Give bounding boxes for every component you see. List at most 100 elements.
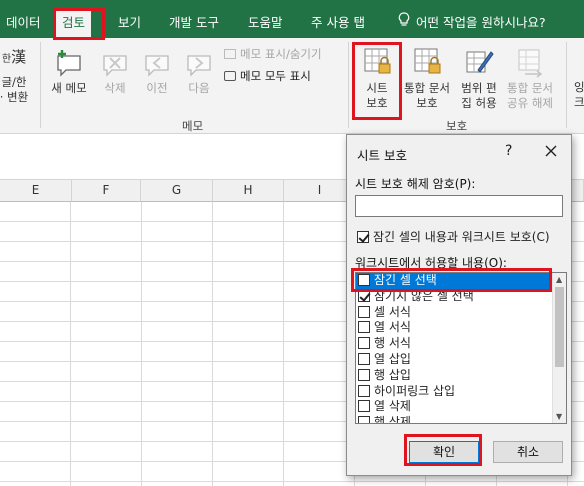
tab-view[interactable]: 보기	[112, 10, 147, 38]
permission-item[interactable]: 잠긴 셀 선택	[356, 273, 566, 289]
tab-developer[interactable]: 개발 도구	[163, 10, 225, 38]
protect-workbook-button[interactable]: 통합 문서 보호	[400, 46, 454, 111]
tell-me-label: 어떤 작업을 원하시나요?	[416, 15, 546, 30]
permission-item[interactable]: 열 삽입	[356, 352, 566, 368]
permission-item[interactable]: 열 서식	[356, 320, 566, 336]
tab-help[interactable]: 도움말	[242, 10, 289, 38]
allow-label: 워크시트에서 허용할 내용(O):	[355, 256, 507, 270]
permission-label: 열 삭제	[374, 399, 411, 414]
ribbon-review: 한漢 글/한 · 변환 새 메모 삭제 이전 다음 메모 표시/숨기기 메모 모…	[0, 38, 584, 134]
show-hide-comment-label: 메모 표시/숨기기	[240, 47, 322, 61]
group-separator	[566, 42, 567, 128]
protect-workbook-icon	[414, 48, 441, 74]
cancel-button[interactable]: 취소	[493, 441, 563, 463]
permissions-list[interactable]: 잠긴 셀 선택 잠기지 않은 셀 선택 셀 서식 열 서식 행 서식 열 삽입 …	[355, 272, 567, 424]
permission-item[interactable]: 행 삽입	[356, 368, 566, 384]
delete-comment-button[interactable]: 삭제	[96, 48, 134, 96]
column-header-h[interactable]: H	[213, 180, 284, 202]
ok-button[interactable]: 확인	[409, 441, 479, 463]
column-header-f[interactable]: F	[72, 180, 141, 202]
permission-label: 잠기지 않은 셀 선택	[374, 288, 474, 303]
permission-item[interactable]: 셀 서식	[356, 305, 566, 321]
permission-label: 행 서식	[374, 336, 411, 351]
protect-sheet-label-1: 시트	[366, 81, 388, 95]
checkbox-icon	[358, 352, 370, 365]
permission-item[interactable]: 하이퍼링크 삽입	[356, 384, 566, 400]
ink-label-2: 크	[574, 95, 584, 109]
permission-label: 열 서식	[374, 320, 411, 335]
protect-sheet-button[interactable]: 시트 보호	[356, 46, 398, 111]
unshare-workbook-icon	[518, 49, 543, 78]
allow-edit-ranges-button[interactable]: 범위 편 집 허용	[456, 46, 502, 111]
permission-label: 셀 서식	[374, 304, 411, 319]
protect-sheet-label-2: 보호	[366, 96, 388, 110]
password-input[interactable]	[355, 195, 563, 217]
close-icon	[545, 145, 557, 157]
show-all-comments-label: 메모 모두 표시	[240, 69, 311, 83]
tab-data[interactable]: 데이터	[0, 10, 47, 38]
scroll-up-icon[interactable]: ▲	[556, 275, 562, 284]
next-comment-icon	[187, 55, 211, 77]
previous-comment-button[interactable]: 이전	[138, 48, 176, 96]
permission-item[interactable]: 행 삭제	[356, 415, 566, 423]
dialog-close-button[interactable]	[541, 141, 561, 161]
dialog-help-button[interactable]: ?	[505, 143, 512, 159]
unshare-label-2: 공유 해제	[507, 96, 553, 110]
permission-label: 행 삽입	[374, 367, 411, 382]
hangul-hanja-convert-button[interactable]: 한漢 글/한 · 변환	[0, 48, 32, 105]
new-comment-button[interactable]: 새 메모	[48, 48, 90, 96]
protect-contents-checkbox[interactable]: 잠긴 셀의 내용과 워크시트 보호(C)	[357, 228, 550, 245]
next-comment-button[interactable]: 다음	[180, 48, 218, 96]
protect-workbook-label-1: 통합 문서	[404, 81, 450, 95]
checkbox-icon	[358, 337, 370, 350]
checkbox-icon	[358, 416, 370, 423]
show-hide-comment-icon	[224, 49, 236, 59]
protect-contents-label: 잠긴 셀의 내용과 워크시트 보호(C)	[373, 230, 550, 244]
unshare-label-1: 통합 문서	[507, 81, 553, 95]
permission-label: 하이퍼링크 삽입	[374, 383, 456, 398]
permission-item[interactable]: 잠기지 않은 셀 선택	[356, 289, 566, 305]
protect-workbook-label-2: 보호	[416, 96, 438, 110]
comments-group-label: 메모	[182, 119, 204, 133]
checkbox-icon	[358, 368, 370, 381]
checkbox-icon	[358, 321, 370, 334]
tell-me-search[interactable]: 어떤 작업을 원하시나요?	[392, 10, 552, 38]
column-header-g[interactable]: G	[141, 180, 213, 202]
new-comment-label: 새 메모	[51, 81, 87, 95]
column-header-e[interactable]: E	[0, 180, 72, 202]
allow-edit-label-2: 집 허용	[461, 96, 497, 110]
protect-group-label: 보호	[446, 119, 468, 133]
show-all-comments-button[interactable]: 메모 모두 표시	[224, 68, 311, 84]
checkbox-icon	[358, 384, 370, 397]
tab-review[interactable]: 검토	[56, 10, 92, 38]
delete-label: 삭제	[104, 81, 126, 95]
scroll-down-icon[interactable]: ▼	[556, 412, 562, 421]
group-separator	[40, 42, 41, 128]
previous-label: 이전	[146, 81, 168, 95]
previous-comment-icon	[145, 55, 169, 77]
hanja-label-2: · 변환	[0, 90, 29, 104]
password-label: 시트 보호 해제 암호(P):	[355, 177, 476, 191]
allow-edit-label-1: 범위 편	[461, 81, 497, 95]
permissions-scrollbar[interactable]: ▲ ▼	[552, 273, 566, 423]
protect-sheet-icon	[364, 48, 391, 74]
checkbox-checked-icon	[358, 289, 370, 302]
ink-label-1: 잉	[574, 80, 584, 94]
lightbulb-icon	[398, 10, 410, 36]
permission-label: 열 삽입	[374, 351, 411, 366]
protect-sheet-dialog: 시트 보호 ? 시트 보호 해제 암호(P): 잠긴 셀의 내용과 워크시트 보…	[346, 134, 572, 476]
ink-button-partial[interactable]: 잉 크	[574, 80, 584, 110]
permission-label: 잠긴 셀 선택	[374, 273, 437, 287]
group-separator	[348, 42, 349, 128]
tab-main[interactable]: 주 사용 탭	[305, 10, 371, 38]
next-label: 다음	[188, 81, 210, 95]
show-all-comments-icon	[224, 71, 236, 81]
unshare-workbook-button[interactable]: 통합 문서 공유 해제	[502, 46, 558, 111]
checkbox-icon	[358, 400, 370, 413]
hanja-label-1: 글/한	[1, 75, 27, 89]
scroll-thumb[interactable]	[555, 287, 564, 367]
permission-item[interactable]: 행 서식	[356, 336, 566, 352]
show-hide-comment-button[interactable]: 메모 표시/숨기기	[224, 46, 322, 62]
hanja-icon: 한漢	[1, 48, 27, 66]
permission-item[interactable]: 열 삭제	[356, 399, 566, 415]
